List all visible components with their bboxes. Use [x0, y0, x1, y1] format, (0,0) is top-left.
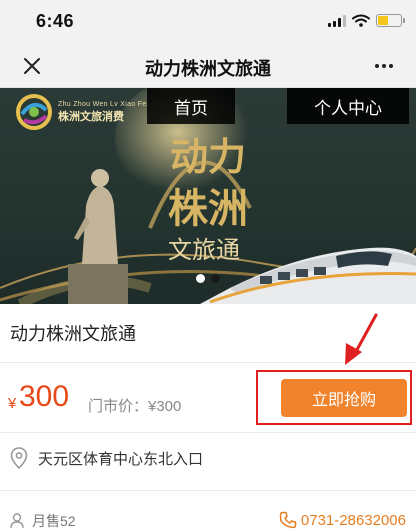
battery-icon [376, 14, 405, 27]
calligraphy-line-2: 株洲 [168, 185, 248, 232]
price-currency: ¥ [8, 395, 17, 412]
logo-pinyin: Zhu Zhou Wen Lv Xiao Fei [58, 100, 149, 108]
user-icon [10, 513, 24, 529]
more-icon[interactable] [372, 54, 396, 78]
sold-count-row: 月售52 [10, 511, 76, 531]
tab-home[interactable]: 首页 [147, 88, 235, 124]
page-title: 动力株洲文旅通 [145, 59, 271, 79]
address-text: 天元区体育中心东北入口 [38, 450, 204, 468]
location-pin-icon [10, 447, 28, 469]
nav-bar: 动力株洲文旅通 [0, 44, 416, 88]
phone-number[interactable]: 0731-28632006 [301, 512, 406, 529]
status-icons [328, 14, 405, 27]
calligraphy-line-1: 动力 [170, 134, 247, 179]
status-time: 6:46 [36, 11, 75, 31]
tab-profile[interactable]: 个人中心 [287, 88, 409, 124]
statue-figure [68, 169, 128, 304]
phone-row[interactable]: 0731-28632006 [279, 511, 406, 529]
cellular-signal-icon [328, 14, 346, 27]
buy-now-button[interactable]: 立即抢购 [281, 379, 407, 417]
sold-count: 月售52 [32, 513, 76, 529]
carousel-indicator [0, 274, 416, 283]
brand-logo-icon [16, 94, 52, 130]
product-title: 动力株洲文旅通 [10, 324, 136, 344]
divider [0, 490, 416, 491]
carousel-dot[interactable] [211, 274, 220, 283]
phone-icon [279, 511, 297, 529]
logo-title: 株洲文旅消费 [58, 110, 124, 123]
price-value: 300 [19, 380, 70, 413]
address-row[interactable]: 天元区体育中心东北入口 [10, 447, 203, 469]
banner-logo-text: Zhu Zhou Wen Lv Xiao Fei 株洲文旅消费 [58, 101, 148, 124]
status-bar: 6:46 [0, 0, 416, 44]
banner-logo: Zhu Zhou Wen Lv Xiao Fei 株洲文旅消费 [14, 92, 148, 132]
divider [0, 432, 416, 433]
market-price: 门市价：¥300 [88, 398, 182, 415]
wifi-icon [352, 14, 370, 27]
divider [0, 362, 416, 363]
carousel-dot-active[interactable] [196, 274, 205, 283]
calligraphy-line-3: 文旅通 [168, 236, 240, 264]
banner-carousel[interactable]: Zhu Zhou Wen Lv Xiao Fei 株洲文旅消费 首页 个人中心 … [0, 88, 416, 304]
